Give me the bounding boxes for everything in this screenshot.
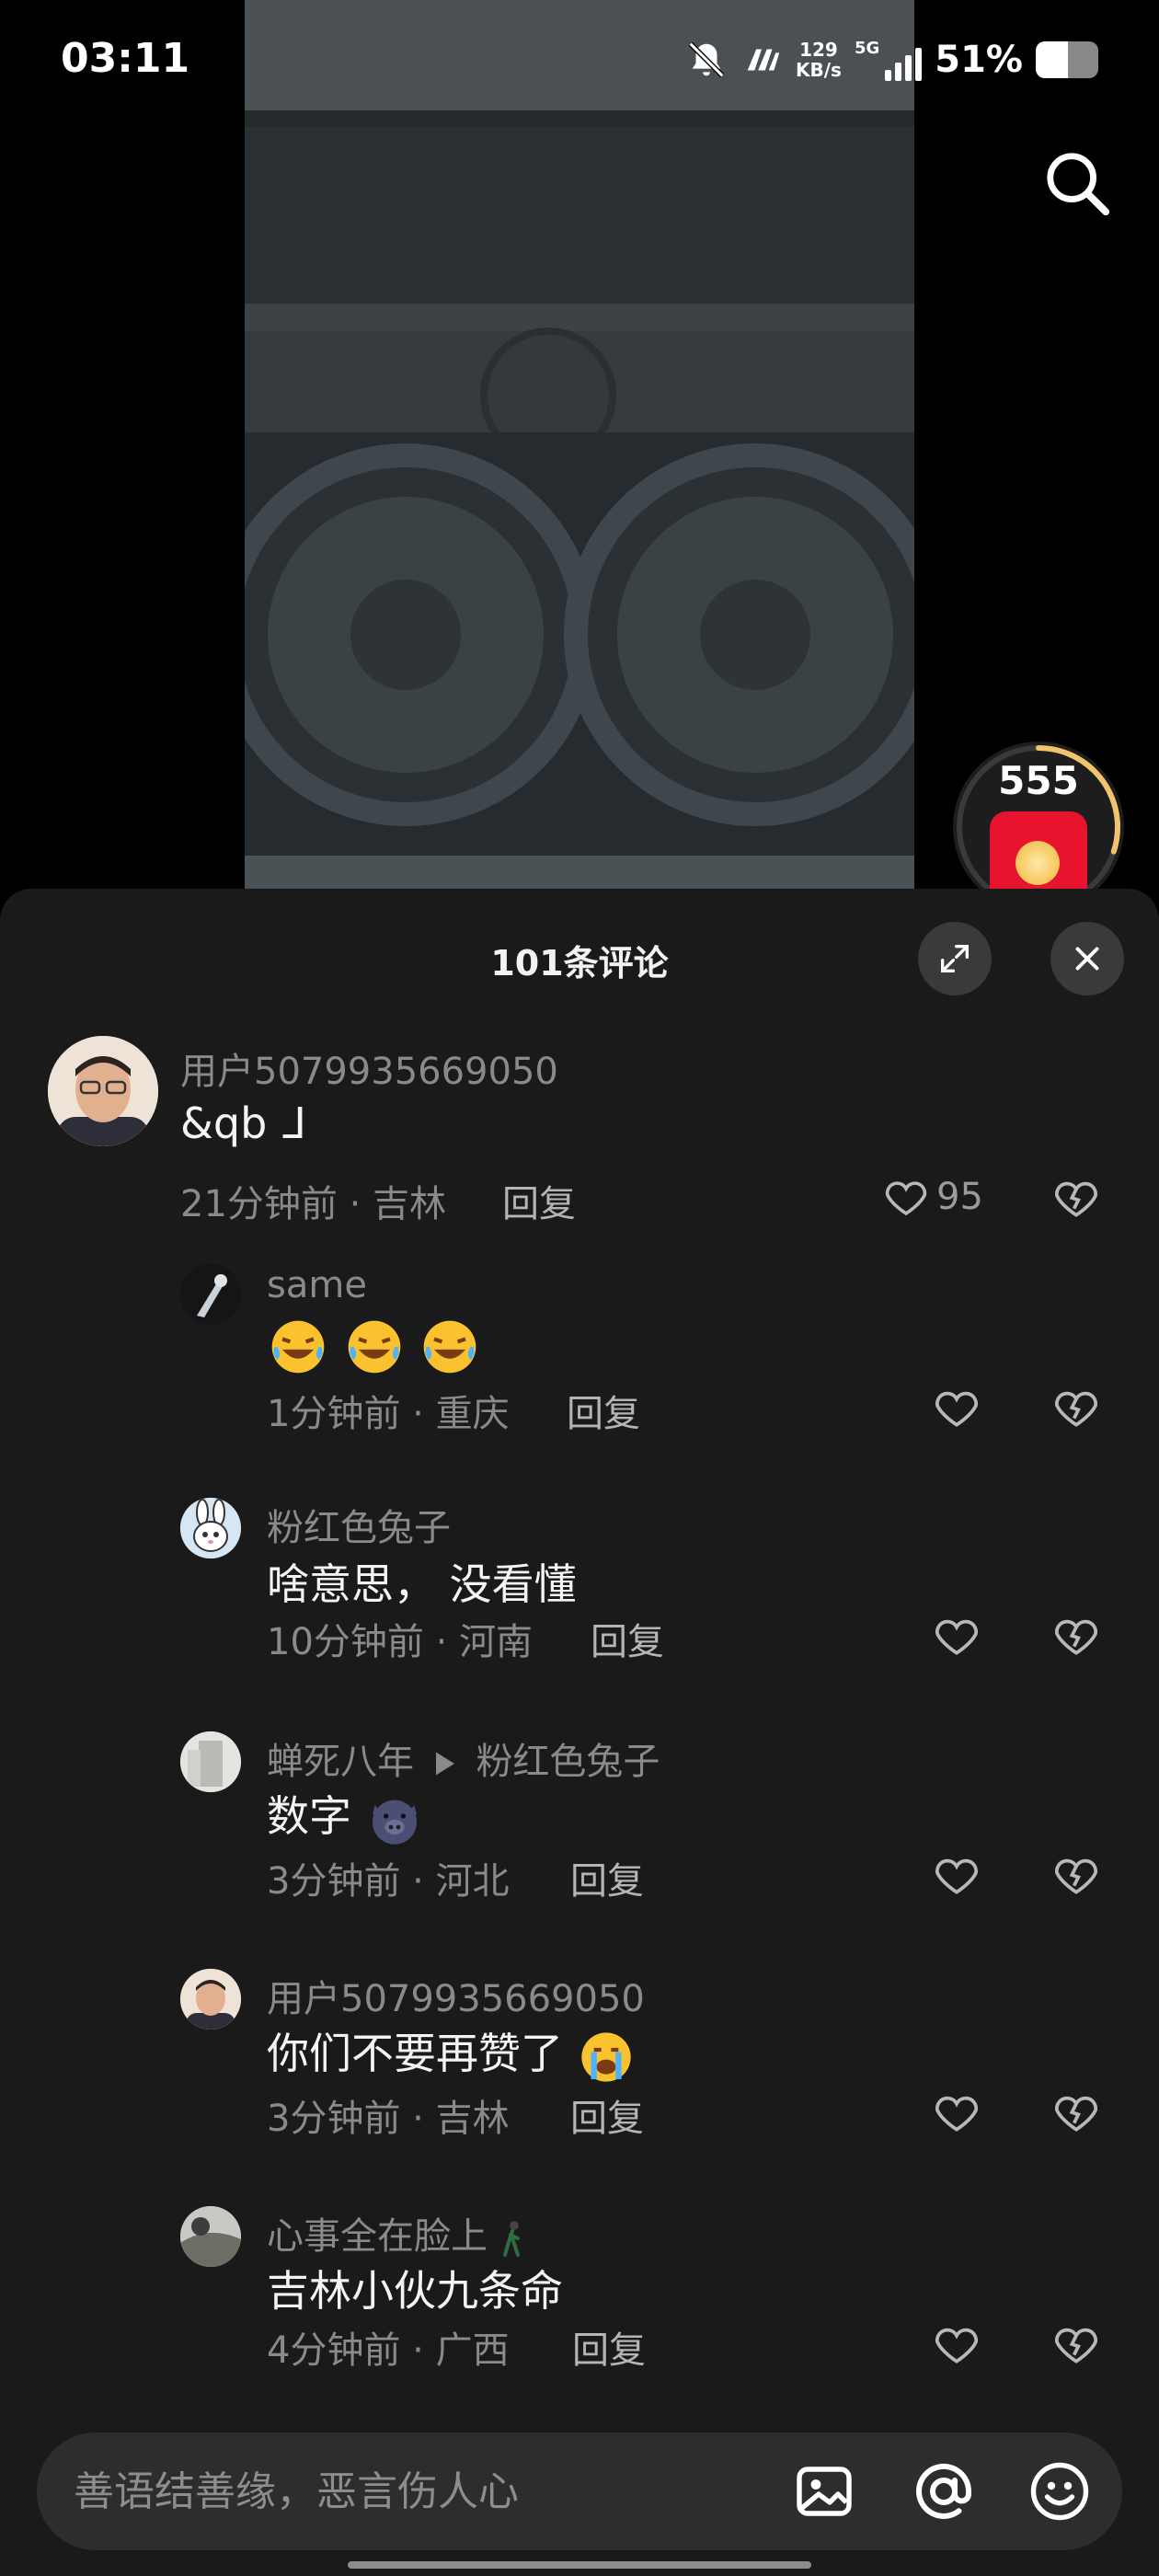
- network-speed-value: 129: [799, 39, 838, 61]
- comment-username-line: 蝉死八年 粉红色兔子: [267, 1731, 660, 1785]
- laugh-cry-emoji-icon: [423, 1320, 476, 1374]
- comment-location: 广西: [435, 2329, 510, 2372]
- comment-text: 数字: [267, 1791, 351, 1841]
- comment-time: 3分钟前: [267, 1860, 401, 1903]
- avatar[interactable]: [180, 1498, 241, 1558]
- video-frame: [245, 0, 914, 889]
- expand-button[interactable]: [918, 922, 992, 995]
- close-button[interactable]: [1050, 922, 1124, 995]
- comment-location: 吉林: [373, 1183, 447, 1225]
- comment-sheet: 101条评论 用户5079935669050 &qb ᒧ 21分钟前 · 吉林 …: [0, 889, 1159, 2576]
- mute-bell-icon: [688, 41, 725, 78]
- like-button[interactable]: 95: [881, 1172, 983, 1222]
- at-icon[interactable]: [911, 2458, 977, 2524]
- comment-input-bar: [37, 2432, 1122, 2550]
- home-indicator[interactable]: [348, 2561, 811, 2569]
- comment-username[interactable]: 用户5079935669050: [267, 1969, 645, 2022]
- dislike-icon[interactable]: [1050, 1382, 1102, 1433]
- comment-location: 重庆: [435, 1393, 510, 1435]
- reply-button[interactable]: 回复: [570, 2088, 644, 2142]
- reply-button[interactable]: 回复: [591, 1612, 664, 1665]
- pig-emoji-icon: [372, 1800, 417, 1845]
- emoji-icon[interactable]: [1027, 2458, 1093, 2524]
- image-icon[interactable]: [791, 2458, 857, 2524]
- dislike-icon[interactable]: [1050, 2318, 1102, 2370]
- close-icon: [1075, 947, 1099, 971]
- comment-username[interactable]: same: [267, 1264, 367, 1306]
- comment-username[interactable]: 粉红色兔子: [267, 1498, 451, 1551]
- comment-time: 4分钟前: [267, 2329, 401, 2372]
- comment-username[interactable]: 蝉死八年: [267, 1741, 414, 1783]
- laugh-cry-emoji-icon: [271, 1320, 325, 1374]
- status-icons: 129 KB/s 5G 51%: [685, 28, 1098, 92]
- avatar[interactable]: [180, 1969, 241, 2030]
- walking-person-icon: [502, 2221, 520, 2257]
- comment-time: 10分钟前: [267, 1621, 424, 1663]
- heart-icon[interactable]: [931, 2087, 982, 2138]
- comment-username[interactable]: 用户5079935669050: [180, 1041, 558, 1095]
- comment-location: 河北: [435, 1860, 510, 1903]
- red-packet-reward[interactable]: 555: [953, 742, 1124, 913]
- dislike-icon[interactable]: [1050, 2087, 1102, 2138]
- comment-content: 数字: [267, 1783, 424, 1849]
- heart-icon[interactable]: [931, 1849, 982, 1901]
- reply-button[interactable]: 回复: [502, 1174, 576, 1227]
- dislike-icon[interactable]: [1050, 1849, 1102, 1901]
- comment-input[interactable]: [74, 2432, 773, 2550]
- red-packet-count: 555: [998, 758, 1079, 803]
- dislike-icon[interactable]: [1050, 1610, 1102, 1662]
- avatar[interactable]: [180, 1731, 241, 1792]
- comment-location: 河南: [459, 1621, 534, 1663]
- comment-location: 吉林: [435, 2098, 510, 2140]
- comment-emojis: [267, 1316, 481, 1378]
- battery-icon: [1036, 41, 1098, 78]
- heart-icon: [885, 1181, 927, 1216]
- reply-to-username[interactable]: 粉红色兔子: [476, 1741, 660, 1783]
- heart-icon[interactable]: [931, 1610, 982, 1662]
- comment-username-line: 心事全在脸上: [267, 2206, 525, 2260]
- like-count: 95: [936, 1176, 983, 1218]
- comment-time: 3分钟前: [267, 2098, 401, 2140]
- reply-arrow-icon: [435, 1752, 454, 1776]
- network-speed-unit: KB/s: [795, 59, 842, 81]
- avatar[interactable]: [48, 1036, 158, 1146]
- comment-time: 1分钟前: [267, 1393, 401, 1435]
- comment-text: 你们不要再赞了: [267, 2029, 563, 2078]
- crying-emoji-icon: [580, 2031, 631, 2082]
- comment-meta: 4分钟前 · 广西: [267, 2329, 510, 2372]
- comment-meta: 1分钟前 · 重庆: [267, 1393, 510, 1435]
- video-player[interactable]: [245, 0, 914, 889]
- laugh-cry-emoji-icon: [348, 1320, 400, 1374]
- status-bar: 03:11 129 KB/s 5G 51%: [0, 0, 1159, 120]
- comment-text: &qb ᒧ: [180, 1098, 306, 1148]
- comment-text: 啥意思， 没看懂: [267, 1559, 577, 1609]
- heart-icon[interactable]: [931, 2318, 982, 2370]
- dislike-icon[interactable]: [1050, 1172, 1102, 1224]
- network-type: 5G: [854, 39, 880, 58]
- avatar[interactable]: [180, 1264, 241, 1325]
- comment-meta: 3分钟前 · 吉林: [267, 2098, 510, 2140]
- signal-icon: 5G: [854, 39, 923, 81]
- battery-percent: 51%: [935, 39, 1023, 81]
- status-time: 03:11: [61, 35, 190, 82]
- comment-username[interactable]: 心事全在脸上: [267, 2215, 488, 2258]
- reply-button[interactable]: 回复: [567, 1384, 640, 1437]
- comment-content: 你们不要再赞了: [267, 2020, 636, 2087]
- avatar[interactable]: [180, 2206, 241, 2267]
- comment-time: 21分钟前: [180, 1183, 338, 1225]
- reply-button[interactable]: 回复: [572, 2320, 646, 2374]
- network-speed: 129 KB/s: [796, 40, 842, 80]
- heart-icon[interactable]: [931, 1382, 982, 1433]
- reply-button[interactable]: 回复: [570, 1851, 644, 1904]
- comment-meta: 10分钟前 · 河南: [267, 1621, 534, 1663]
- expand-icon: [941, 945, 969, 972]
- search-icon[interactable]: [1041, 147, 1113, 219]
- app-logo-icon: [747, 49, 780, 71]
- comment-text: 吉林小伙九条命: [267, 2266, 563, 2316]
- comment-meta: 3分钟前 · 河北: [267, 1860, 510, 1903]
- comment-meta: 21分钟前 · 吉林: [180, 1183, 447, 1225]
